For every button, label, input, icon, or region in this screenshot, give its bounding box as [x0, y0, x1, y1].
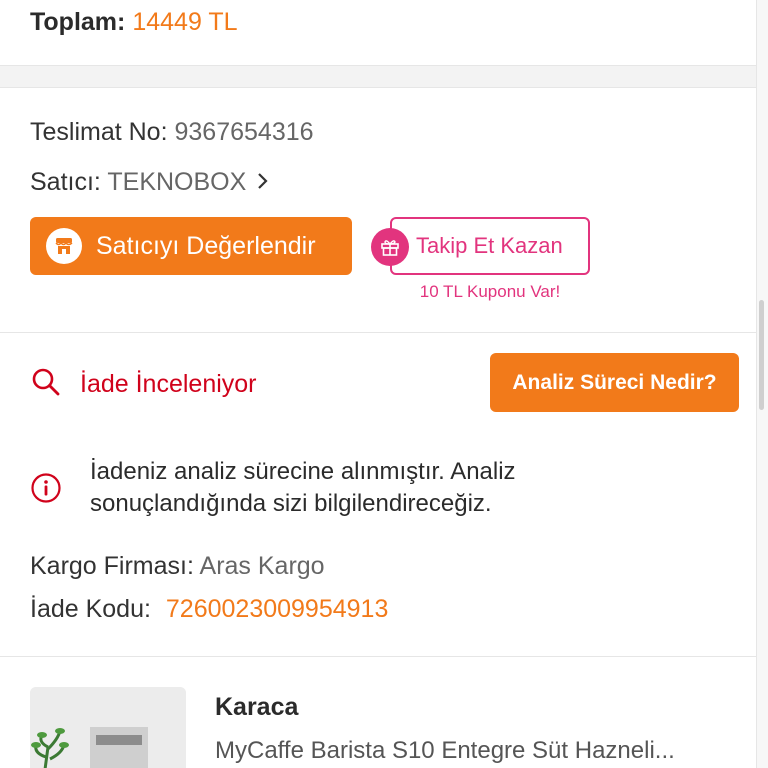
gift-icon: [371, 228, 409, 266]
seller-label: Satıcı:: [30, 168, 101, 196]
return-status-text: İade İnceleniyor: [80, 369, 257, 398]
cargo-company: Kargo Firması: Aras Kargo: [30, 550, 325, 582]
rate-seller-label: Satıcıyı Değerlendir: [96, 231, 316, 260]
scroll-track[interactable]: [756, 0, 768, 768]
return-code-label: İade Kodu:: [30, 595, 151, 623]
store-icon: [46, 228, 82, 264]
return-code-value[interactable]: 7260023009954913: [166, 595, 388, 623]
order-total: Toplam: 14449 TL: [30, 6, 238, 38]
return-notice-text: İadeniz analiz sürecine alınmıştır. Anal…: [90, 458, 516, 517]
search-icon: [30, 366, 62, 403]
cargo-company-label: Kargo Firması:: [30, 552, 194, 580]
info-icon: [30, 472, 62, 509]
order-detail-page: Toplam: 14449 TL Teslimat No: 9367654316…: [0, 0, 768, 768]
coupon-note: 10 TL Kuponu Var!: [419, 282, 561, 301]
seller-link[interactable]: Satıcı: TEKNOBOX: [30, 166, 269, 199]
delivery-number-value: 9367654316: [174, 118, 314, 146]
return-status: İade İnceleniyor: [30, 366, 257, 402]
total-label: Toplam:: [30, 8, 126, 36]
product-card[interactable]: Karaca MyCaffe Barista S10 Entegre Süt H…: [0, 656, 756, 768]
delivery-number-label: Teslimat No:: [30, 118, 168, 146]
product-brand: Karaca: [215, 693, 299, 721]
delivery-number: Teslimat No: 9367654316: [30, 116, 314, 148]
delivery-card: Teslimat No: 9367654316 Satıcı: TEKNOBOX…: [0, 88, 756, 333]
analysis-process-button[interactable]: Analiz Süreci Nedir?: [490, 353, 739, 412]
product-name[interactable]: MyCaffe Barista S10 Entegre Süt Hazneli.…: [215, 737, 730, 765]
return-code: İade Kodu: 7260023009954913: [30, 593, 388, 625]
analysis-process-label: Analiz Süreci Nedir?: [512, 370, 717, 394]
cargo-company-value: Aras Kargo: [199, 552, 325, 580]
section-divider: [0, 66, 756, 88]
follow-earn-button[interactable]: Takip Et Kazan: [390, 217, 590, 275]
product-image[interactable]: [30, 687, 186, 768]
rate-seller-button[interactable]: Satıcıyı Değerlendir: [30, 217, 352, 275]
follow-earn-label: Takip Et Kazan: [416, 233, 563, 258]
total-value: 14449 TL: [132, 8, 238, 36]
seller-name[interactable]: TEKNOBOX: [107, 168, 246, 196]
scrollbar-thumb[interactable]: [759, 300, 764, 410]
chevron-right-icon: [257, 167, 269, 199]
order-total-card: Toplam: 14449 TL: [0, 0, 756, 66]
